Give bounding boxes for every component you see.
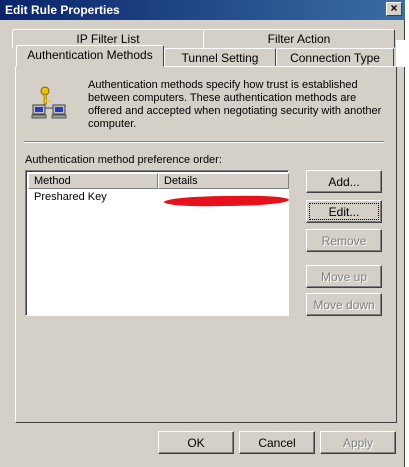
- column-header-details[interactable]: Details: [158, 173, 289, 189]
- apply-button[interactable]: Apply: [320, 431, 396, 454]
- tab-filter-action[interactable]: Filter Action: [203, 29, 395, 48]
- separator: [24, 141, 384, 143]
- move-down-button[interactable]: Move down: [306, 293, 382, 316]
- tab-label: IP Filter List: [76, 32, 140, 46]
- authentication-methods-list[interactable]: Method Details Preshared Key: [25, 170, 290, 316]
- move-up-button[interactable]: Move up: [306, 265, 382, 288]
- active-tab-joiner: [17, 65, 163, 68]
- list-item[interactable]: Preshared Key: [28, 190, 290, 208]
- remove-button[interactable]: Remove: [306, 229, 382, 252]
- description-text: Authentication methods specify how trust…: [88, 79, 382, 130]
- title-bar: Edit Rule Properties ×: [0, 0, 405, 20]
- button-label: Apply: [342, 436, 374, 450]
- window-title: Edit Rule Properties: [5, 3, 120, 17]
- background-strip: [396, 40, 405, 67]
- button-label: Move down: [313, 298, 375, 312]
- tab-label: Filter Action: [267, 32, 331, 46]
- close-button[interactable]: ×: [386, 2, 402, 16]
- list-label: Authentication method preference order:: [25, 154, 222, 166]
- desktop-edge: [405, 0, 409, 467]
- button-label: Edit...: [328, 205, 360, 219]
- close-icon: ×: [390, 1, 398, 15]
- column-header-method[interactable]: Method: [28, 173, 158, 189]
- button-label: Cancel: [258, 436, 296, 450]
- column-label: Method: [34, 175, 71, 187]
- list-header: Method Details: [28, 173, 289, 189]
- ok-button[interactable]: OK: [158, 431, 234, 454]
- button-label: Remove: [321, 234, 367, 248]
- column-label: Details: [164, 175, 198, 187]
- cancel-button[interactable]: Cancel: [239, 431, 315, 454]
- tab-label: Tunnel Setting: [181, 51, 259, 65]
- edit-rule-properties-dialog: Edit Rule Properties × IP Filter List Fi…: [0, 0, 405, 467]
- key-computers-icon: [31, 86, 67, 119]
- tab-connection-type[interactable]: Connection Type: [276, 48, 394, 67]
- tab-label: Connection Type: [290, 51, 380, 65]
- redaction-mark: [163, 194, 290, 208]
- tab-tunnel-setting[interactable]: Tunnel Setting: [164, 48, 276, 67]
- tab-authentication-methods[interactable]: Authentication Methods: [16, 45, 164, 67]
- edit-button[interactable]: Edit...: [306, 200, 382, 223]
- button-label: OK: [187, 436, 205, 450]
- add-button[interactable]: Add...: [306, 170, 382, 193]
- tab-label: Authentication Methods: [27, 48, 153, 62]
- button-label: Add...: [328, 175, 360, 189]
- button-label: Move up: [320, 270, 368, 284]
- method-cell: Preshared Key: [34, 191, 107, 203]
